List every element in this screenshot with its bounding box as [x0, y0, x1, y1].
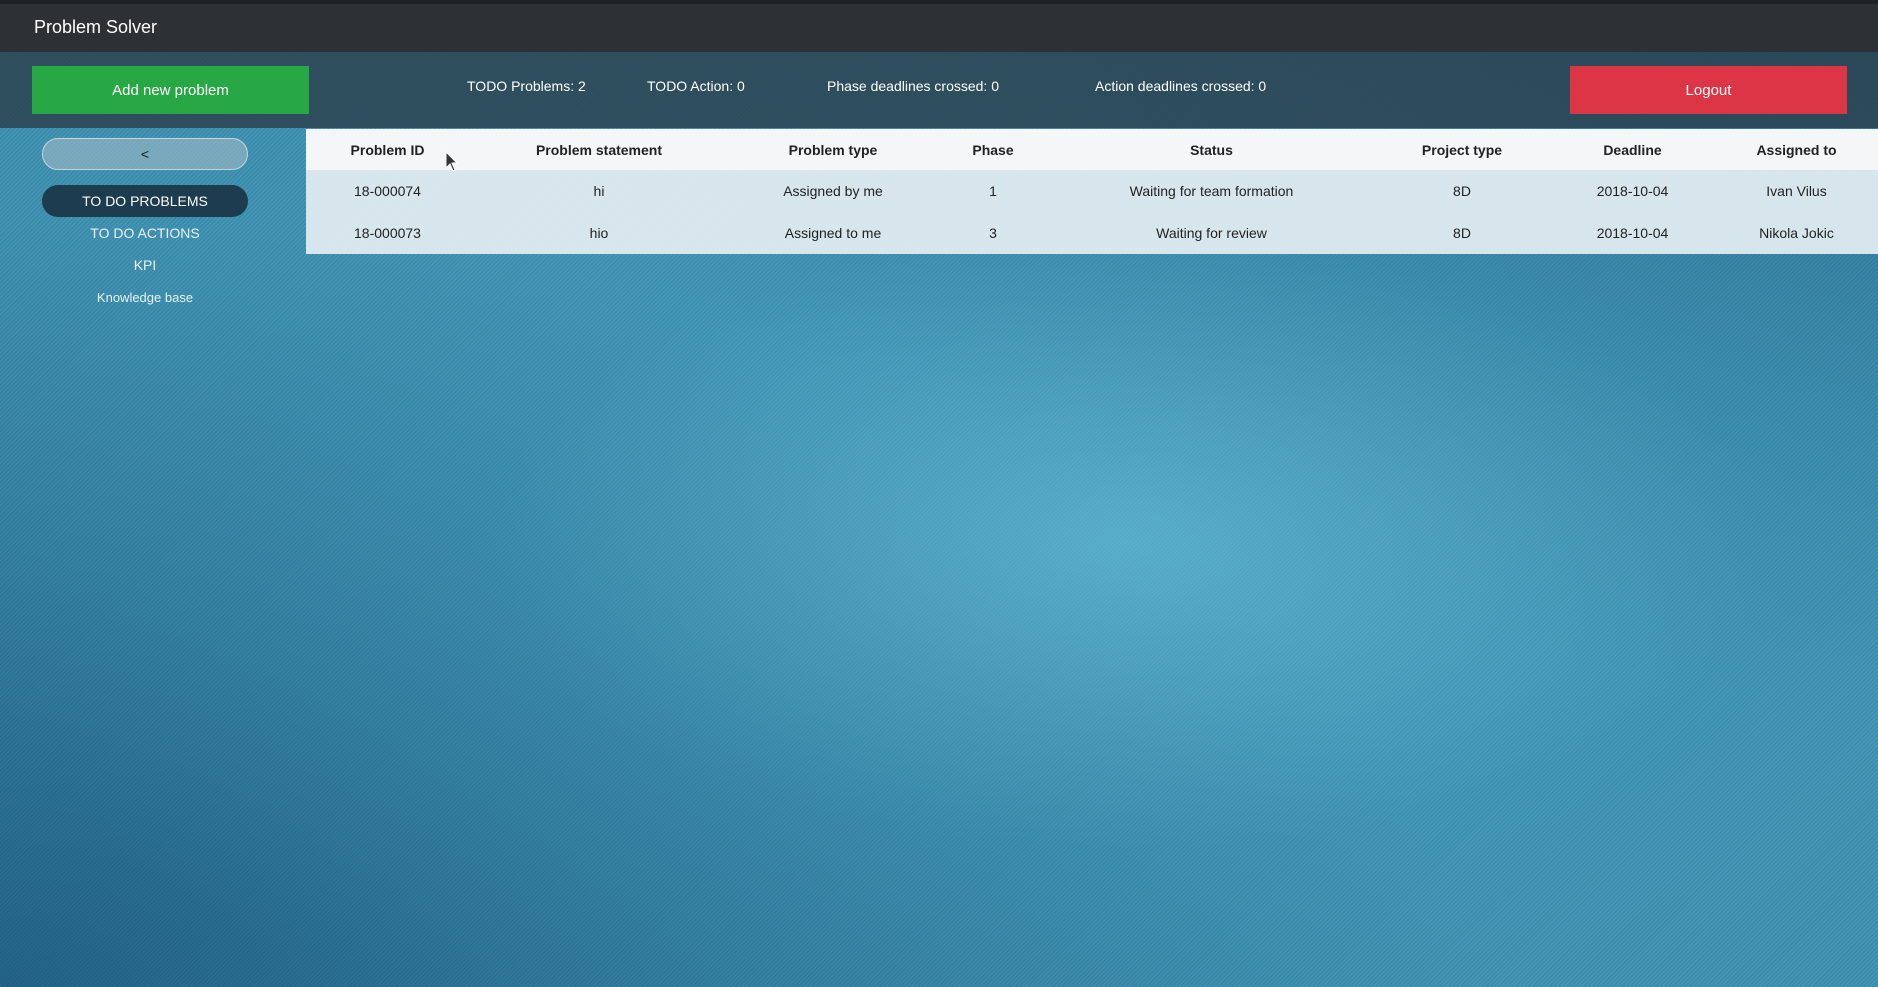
cell-problem-id: 18-000074 — [354, 183, 421, 199]
cell-assigned-to: Nikola Jokic — [1759, 225, 1834, 241]
sidebar-collapse-button[interactable]: < — [42, 138, 248, 170]
column-header-project-type[interactable]: Project type — [1374, 129, 1550, 170]
cell-problem-type: Assigned to me — [784, 225, 882, 241]
column-header-status[interactable]: Status — [1049, 129, 1374, 170]
cell-problem-statement: hi — [593, 183, 605, 199]
action-deadlines-crossed: Action deadlines crossed: 0 — [1095, 78, 1267, 94]
phase-deadlines-crossed: Phase deadlines crossed: 0 — [827, 78, 999, 94]
problems-table-container: Problem ID Problem statement Problem typ… — [306, 129, 1878, 254]
app-title[interactable]: Problem Solver — [34, 17, 157, 38]
table-row[interactable]: 18-000073 hio Assigned to me 3 Waiting f… — [306, 212, 1878, 254]
logout-button[interactable]: Logout — [1570, 66, 1847, 114]
sidebar-item-todo-actions[interactable]: TO DO ACTIONS — [42, 225, 248, 241]
cell-project-type: 8D — [1453, 183, 1471, 199]
sidebar-item-kpi[interactable]: KPI — [42, 257, 248, 273]
cell-deadline: 2018-10-04 — [1596, 225, 1669, 241]
cell-assigned-to: Ivan Vilus — [1766, 183, 1827, 199]
cell-status: Waiting for team formation — [1129, 183, 1294, 199]
cell-problem-type: Assigned by me — [783, 183, 883, 199]
table-row[interactable]: 18-000074 hi Assigned by me 1 Waiting fo… — [306, 170, 1878, 212]
sidebar-item-knowledge-base[interactable]: Knowledge base — [42, 290, 248, 305]
table-header-row: Problem ID Problem statement Problem typ… — [306, 129, 1878, 170]
problems-table: Problem ID Problem statement Problem typ… — [306, 129, 1878, 254]
sidebar: < TO DO PROBLEMS TO DO ACTIONS KPI Knowl… — [0, 128, 305, 318]
column-header-phase[interactable]: Phase — [937, 129, 1049, 170]
mouse-cursor-icon — [445, 151, 459, 172]
column-header-assigned-to[interactable]: Assigned to — [1715, 129, 1878, 170]
cell-status: Waiting for review — [1156, 225, 1267, 241]
sidebar-item-todo-problems[interactable]: TO DO PROBLEMS — [42, 185, 248, 217]
cell-phase: 3 — [989, 225, 997, 241]
cell-deadline: 2018-10-04 — [1596, 183, 1669, 199]
cell-problem-id: 18-000073 — [354, 225, 421, 241]
todo-action-count: TODO Action: 0 — [647, 78, 745, 94]
cell-project-type: 8D — [1453, 225, 1471, 241]
todo-problems-count: TODO Problems: 2 — [467, 78, 586, 94]
add-new-problem-button[interactable]: Add new problem — [32, 66, 309, 114]
top-navbar: Problem Solver — [0, 0, 1878, 52]
action-bar: Add new problem TODO Problems: 2 TODO Ac… — [0, 52, 1878, 128]
column-header-problem-type[interactable]: Problem type — [729, 129, 937, 170]
column-header-problem-statement[interactable]: Problem statement — [469, 129, 729, 170]
cell-phase: 1 — [989, 183, 997, 199]
cell-problem-statement: hio — [589, 225, 609, 241]
column-header-deadline[interactable]: Deadline — [1550, 129, 1715, 170]
